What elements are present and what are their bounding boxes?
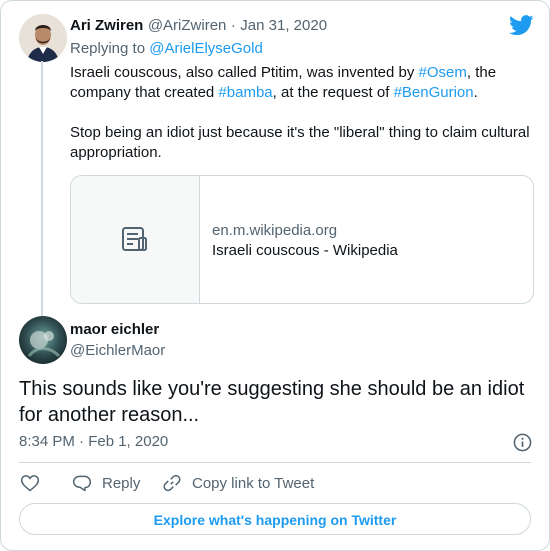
parent-tweet-text-second: Stop being an idiot just because it's th… — [70, 124, 530, 161]
replying-handle[interactable]: @ArielElyseGold — [149, 40, 263, 57]
heart-icon — [20, 475, 40, 492]
text-segment: Israeli couscous, also called Ptitim, wa… — [70, 64, 419, 81]
hashtag-bengurion[interactable]: #BenGurion — [394, 84, 474, 101]
hashtag-osem[interactable]: #Osem — [419, 64, 467, 81]
replying-to-line: Replying to @ArielElyseGold — [70, 40, 263, 57]
info-icon[interactable] — [513, 433, 532, 452]
link-preview-card[interactable]: en.m.wikipedia.org Israeli couscous - Wi… — [70, 175, 534, 304]
link-preview-domain: en.m.wikipedia.org — [212, 222, 338, 239]
copy-link-label: Copy link to Tweet — [192, 474, 315, 492]
main-tweet-text: This sounds like you're suggesting she s… — [19, 378, 525, 426]
link-icon — [163, 474, 181, 492]
parent-handle[interactable]: @AriZwiren — [148, 17, 227, 34]
avatar-portrait — [19, 14, 67, 62]
divider — [19, 462, 531, 463]
article-icon — [122, 227, 147, 251]
copy-link-button[interactable]: Copy link to Tweet — [162, 473, 314, 493]
replying-prefix: Replying to — [70, 40, 146, 57]
like-button[interactable] — [20, 473, 40, 493]
avatar-image — [19, 316, 67, 364]
main-timestamp[interactable]: 8:34 PM · Feb 1, 2020 — [19, 433, 168, 450]
reply-label: Reply — [102, 474, 141, 492]
main-display-name[interactable]: maor eichler — [70, 321, 159, 338]
header-separator: · — [230, 17, 236, 34]
reply-button[interactable]: Reply — [72, 473, 140, 493]
avatar-ari-zwiren[interactable] — [19, 14, 67, 62]
link-preview-title: Israeli couscous - Wikipedia — [212, 242, 398, 259]
parent-date[interactable]: Jan 31, 2020 — [240, 17, 327, 34]
explore-twitter-button[interactable]: Explore what's happening on Twitter — [19, 503, 531, 535]
text-segment: , at the request of — [272, 84, 394, 101]
main-handle[interactable]: @EichlerMaor — [70, 342, 165, 359]
avatar-maor-eichler[interactable] — [19, 316, 67, 364]
parent-tweet-text: Israeli couscous, also called Ptitim, wa… — [70, 63, 532, 103]
twitter-bird-icon[interactable] — [509, 15, 534, 36]
thread-connector-line — [41, 61, 43, 317]
reply-icon — [72, 475, 92, 492]
parent-display-name[interactable]: Ari Zwiren — [70, 17, 143, 34]
link-preview-thumbnail — [71, 176, 200, 303]
text-segment: . — [473, 84, 478, 101]
embedded-tweet-card: Ari Zwiren @AriZwiren · Jan 31, 2020 Rep… — [0, 0, 550, 551]
hashtag-bamba[interactable]: #bamba — [218, 84, 272, 101]
parent-tweet-header: Ari Zwiren @AriZwiren · Jan 31, 2020 — [70, 17, 327, 35]
